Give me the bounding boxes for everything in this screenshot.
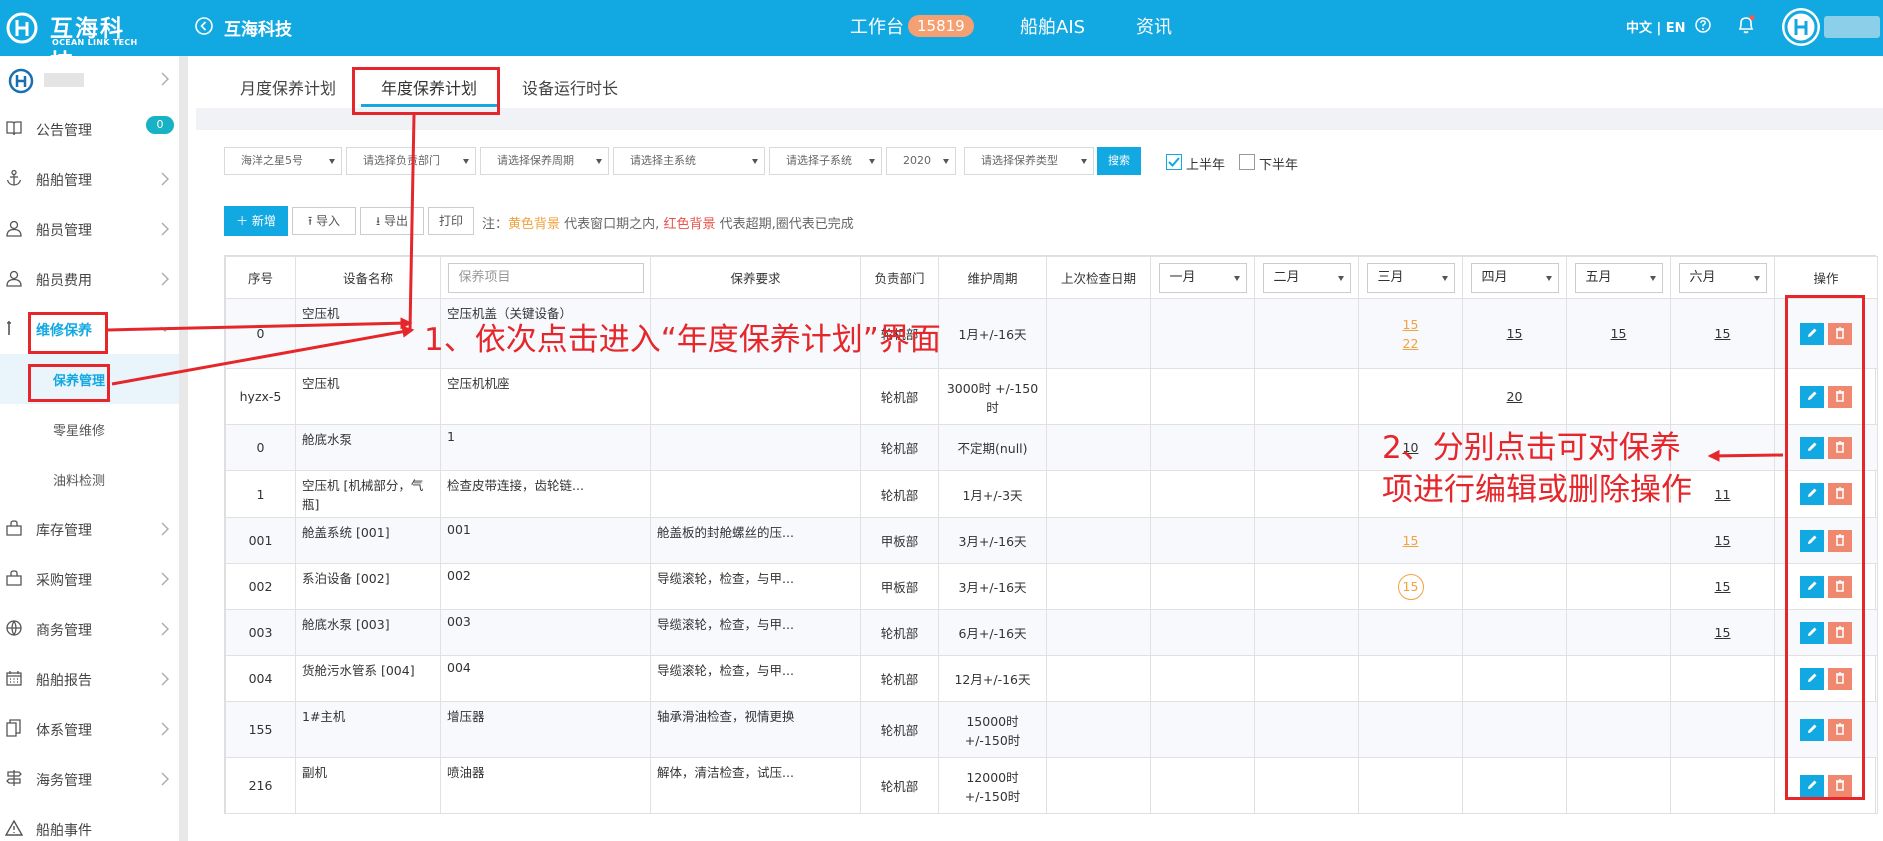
annotation-arrow-ops bbox=[1707, 449, 1784, 462]
annotation-arrow-sub bbox=[111, 325, 415, 386]
annotation-arrows bbox=[107, 114, 1784, 462]
annotation-arrow-menu bbox=[107, 317, 413, 332]
annotation-arrow-tab bbox=[408, 114, 416, 331]
annotation-step2-line1: 2、分别点击可对保养 bbox=[1382, 430, 1681, 466]
annotation-step2-line2: 项进行编辑或删除操作 bbox=[1382, 472, 1692, 508]
annotation-step1: 1、依次点击进入“年度保养计划”界面 bbox=[424, 322, 941, 358]
